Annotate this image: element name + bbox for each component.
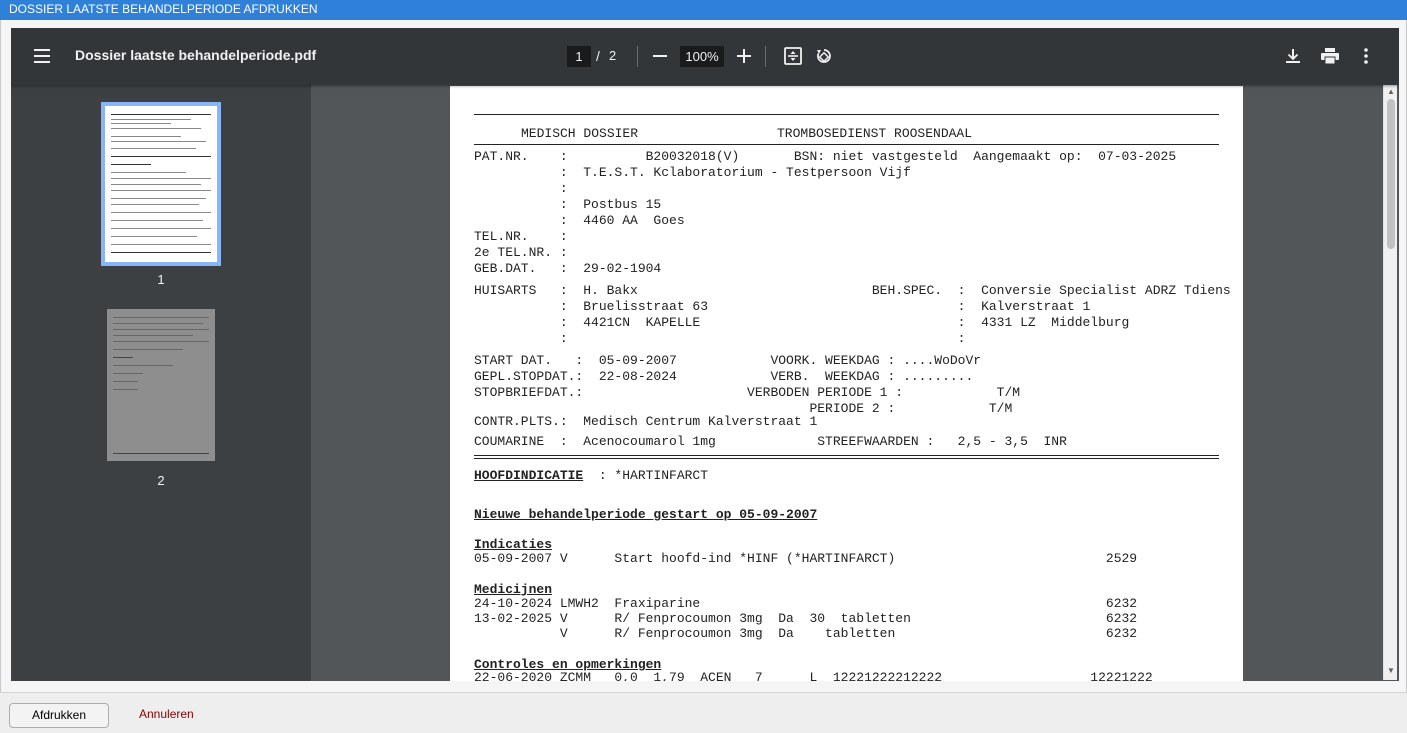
scrollbar-thumb[interactable] — [1387, 99, 1395, 249]
file-name: Dossier laatste behandelperiode.pdf — [75, 47, 317, 63]
page-number-input[interactable]: 1 — [567, 46, 591, 67]
print-icon[interactable] — [1318, 42, 1342, 70]
huisarts-block: HUISARTS : H. Bakx BEH.SPEC. : Conversie… — [474, 283, 1231, 347]
medicijnen-block: 24-10-2024 LMWH2 Fraxiparine 6232 13-02-… — [474, 596, 1137, 641]
zoom-out-icon[interactable] — [648, 42, 672, 70]
coumarine-line: COUMARINE : Acenocoumarol 1mg STREEFWAAR… — [474, 434, 1067, 449]
doc-line: PAT.NR. : B20032018(V) BSN: niet vastges… — [474, 149, 1177, 164]
doc-line: : Postbus 15 — [474, 197, 662, 212]
doc-line: : — [474, 181, 568, 196]
thumbnail-sidebar: 1 2 — [11, 85, 311, 681]
page-separator: / — [596, 48, 600, 64]
more-vert-icon[interactable] — [1354, 42, 1378, 70]
thumbnail-label-1: 1 — [157, 272, 165, 287]
doc-line: 13-02-2025 V R/ Fenprocoumon 3mg Da 30 t… — [474, 611, 1138, 626]
rotate-icon[interactable] — [812, 42, 836, 70]
download-icon[interactable] — [1281, 42, 1305, 70]
doc-line: GEB.DAT. : 29-02-1904 — [474, 261, 662, 276]
doc-line: 2e TEL.NR. : — [474, 245, 568, 260]
zoom-in-icon[interactable] — [732, 42, 756, 70]
vertical-scrollbar[interactable]: ▲ ▼ — [1383, 84, 1397, 680]
treatment-block: START DAT. : 05-09-2007 VOORK. WEEKDAG :… — [474, 353, 1020, 417]
window-title: DOSSIER LAATSTE BEHANDELPERIODE AFDRUKKE… — [0, 0, 1407, 20]
scroll-up-icon[interactable]: ▲ — [1386, 87, 1396, 97]
doc-line: : : — [474, 331, 966, 346]
cancel-button[interactable]: Annuleren — [139, 707, 194, 721]
page-total: 2 — [609, 48, 617, 63]
contr-plts-line: CONTR.PLTS.: Medisch Centrum Kalverstraa… — [474, 414, 818, 429]
hoofdindicatie-label: HOOFDINDICATIE — [474, 468, 584, 483]
doc-line: : Bruelisstraat 63 : Kalverstraat 1 — [474, 299, 1091, 314]
pdf-viewer: Dossier laatste behandelperiode.pdf 1 / … — [11, 28, 1399, 681]
hoofdindicatie-value: : *HARTINFARCT — [583, 468, 709, 483]
doc-line: STOPBRIEFDAT.: VERBODEN PERIODE 1 : T/M — [474, 385, 1021, 400]
period-heading: Nieuwe behandelperiode gestart op 05-09-… — [474, 507, 818, 522]
doc-line: HUISARTS : H. Bakx BEH.SPEC. : Conversie… — [474, 283, 1231, 298]
doc-line: V R/ Fenprocoumon 3mg Da tabletten 6232 — [474, 626, 1138, 641]
pdf-page: MEDISCH DOSSIER TROMBOSEDIENST ROOSENDAA… — [450, 86, 1243, 681]
doc-line: START DAT. : 05-09-2007 VOORK. WEEKDAG :… — [474, 353, 982, 368]
pdf-toolbar: Dossier laatste behandelperiode.pdf 1 / … — [11, 28, 1399, 85]
doc-line: TEL.NR. : — [474, 229, 568, 244]
dialog-footer: Afdrukken Annuleren — [0, 692, 1407, 733]
doc-line: : 4421CN KAPELLE : 4331 LZ Middelburg — [474, 315, 1130, 330]
thumbnail-label-2: 2 — [157, 473, 165, 488]
doc-line: : T.E.S.T. Kclaboratorium - Testpersoon … — [474, 165, 911, 180]
doc-line: : 4460 AA Goes — [474, 213, 685, 228]
doc-line: 05-09-2007 V Start hoofd-ind *HINF (*HAR… — [474, 551, 1138, 566]
doc-header-right: TROMBOSEDIENST ROOSENDAAL — [777, 126, 973, 141]
print-button[interactable]: Afdrukken — [9, 703, 109, 728]
dialog-frame: Dossier laatste behandelperiode.pdf 1 / … — [0, 20, 1407, 692]
doc-header-left: MEDISCH DOSSIER — [521, 126, 639, 141]
doc-line: GEPL.STOPDAT.: 22-08-2024 VERB. WEEKDAG … — [474, 369, 974, 384]
doc-line: 24-10-2024 LMWH2 Fraxiparine 6232 — [474, 596, 1138, 611]
thumbnail-page-2[interactable] — [107, 309, 215, 461]
scroll-down-icon[interactable]: ▼ — [1386, 666, 1396, 676]
menu-icon[interactable] — [29, 42, 57, 70]
fit-page-icon[interactable] — [781, 42, 805, 70]
zoom-input[interactable]: 100% — [680, 46, 724, 67]
thumbnail-page-1[interactable] — [101, 102, 221, 266]
hoofdindicatie: HOOFDINDICATIE : *HARTINFARCT — [474, 468, 708, 484]
patient-block: PAT.NR. : B20032018(V) BSN: niet vastges… — [474, 149, 1176, 277]
doc-line: 22-06-2020 ZCMM 0,0 1,79 ACEN 7 L 122212… — [474, 670, 1153, 681]
